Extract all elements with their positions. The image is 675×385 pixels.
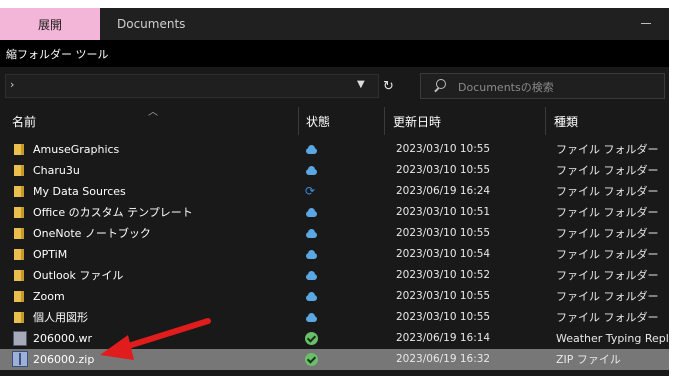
check-icon [305, 353, 318, 366]
file-type: ファイル フォルダー [556, 269, 659, 282]
file-row[interactable]: 個人用図形 2023/03/10 10:55 ファイル フォルダー [0, 307, 669, 328]
folder-icon [14, 144, 24, 155]
check-icon [305, 332, 318, 345]
refresh-icon[interactable]: ↻ [383, 79, 394, 94]
column-header-type[interactable]: 種類 [554, 103, 578, 139]
file-name: My Data Sources [33, 185, 126, 198]
address-bar[interactable]: › ▼ [5, 74, 379, 98]
folder-icon [14, 165, 24, 176]
file-name: 206000.wr [33, 332, 93, 345]
column-header-name[interactable]: 名前 [12, 103, 36, 139]
file-name: AmuseGraphics [33, 143, 120, 156]
file-date: 2023/06/19 16:14 [396, 332, 491, 344]
file-row[interactable]: Zoom 2023/03/10 10:55 ファイル フォルダー [0, 286, 669, 307]
file-row[interactable]: OneNote ノートブック 2023/03/10 10:55 ファイル フォルダー [0, 223, 669, 244]
file-type: ZIP ファイル [556, 353, 621, 366]
file-type: ファイル フォルダー [556, 143, 659, 156]
file-name: Outlook ファイル [33, 269, 124, 282]
explorer-window: 展開 Documents 縮フォルダー ツール › ▼ ↻ Documentsの… [0, 8, 669, 376]
column-divider[interactable] [384, 107, 385, 135]
cloud-icon [305, 164, 318, 177]
window-title: Documents [117, 17, 186, 31]
cloud-icon [305, 269, 318, 282]
folder-icon [14, 291, 24, 302]
cloud-icon [305, 206, 318, 219]
file-type: Weather Typing Replay [556, 332, 669, 345]
file-row[interactable]: 206000.zip 2023/06/19 16:32 ZIP ファイル [0, 349, 669, 370]
address-dropdown-icon[interactable]: ▼ [357, 79, 365, 90]
file-row[interactable]: Outlook ファイル 2023/03/10 10:52 ファイル フォルダー [0, 265, 669, 286]
file-row[interactable]: AmuseGraphics 2023/03/10 10:55 ファイル フォルダー [0, 139, 669, 160]
sync-icon: ⟳ [305, 184, 316, 198]
column-header-row: ︿ 名前 状態 更新日時 種類 [0, 103, 669, 139]
file-name: OPTiM [33, 248, 68, 261]
file-type: ファイル フォルダー [556, 227, 659, 240]
file-type: ファイル フォルダー [556, 185, 659, 198]
search-icon-handle [434, 87, 439, 93]
file-type: ファイル フォルダー [556, 164, 659, 177]
folder-icon [14, 207, 24, 218]
folder-icon [14, 312, 24, 323]
folder-icon [14, 270, 24, 281]
file-date: 2023/03/10 10:52 [396, 269, 491, 281]
file-date: 2023/03/10 10:55 [396, 164, 491, 176]
title-bar: 展開 Documents [0, 8, 669, 40]
column-header-date[interactable]: 更新日時 [393, 103, 441, 139]
search-input[interactable]: Documentsの検索 [420, 73, 665, 99]
file-date: 2023/03/10 10:55 [396, 311, 491, 323]
file-icon [13, 331, 27, 346]
file-type: ファイル フォルダー [556, 311, 659, 324]
column-divider[interactable] [545, 107, 546, 135]
folder-icon [14, 228, 24, 239]
file-row[interactable]: Office のカスタム テンプレート 2023/03/10 10:51 ファイル … [0, 202, 669, 223]
file-date: 2023/06/19 16:32 [396, 353, 491, 365]
file-date: 2023/03/10 10:55 [396, 227, 491, 239]
folder-icon [14, 249, 24, 260]
file-name: Charu3u [33, 164, 80, 177]
address-row: › ▼ ↻ Documentsの検索 [0, 67, 669, 103]
zip-icon [12, 351, 28, 367]
cloud-icon [305, 227, 318, 240]
file-name: OneNote ノートブック [33, 227, 151, 240]
file-row[interactable]: My Data Sources ⟳ 2023/06/19 16:24 ファイル フォル… [0, 181, 669, 202]
file-type: ファイル フォルダー [556, 248, 659, 261]
file-type: ファイル フォルダー [556, 206, 659, 219]
file-date: 2023/06/19 16:24 [396, 185, 491, 197]
file-name: Zoom [33, 290, 65, 303]
file-row[interactable]: OPTiM 2023/03/10 10:54 ファイル フォルダー [0, 244, 669, 265]
search-placeholder: Documentsの検索 [458, 81, 554, 94]
cloud-icon [305, 290, 318, 303]
file-name: 206000.zip [33, 353, 95, 366]
cloud-icon [305, 143, 318, 156]
file-name: 個人用図形 [33, 311, 88, 324]
sort-ascending-icon[interactable]: ︿ [148, 103, 158, 118]
minimize-icon[interactable] [641, 23, 651, 24]
folder-icon [14, 186, 24, 197]
file-date: 2023/03/10 10:55 [396, 290, 491, 302]
ribbon: 縮フォルダー ツール [0, 40, 669, 67]
tab-expand[interactable]: 展開 [0, 8, 100, 40]
file-date: 2023/03/10 10:51 [396, 206, 491, 218]
cloud-icon [305, 311, 318, 324]
file-date: 2023/03/10 10:55 [396, 143, 491, 155]
file-name: Office のカスタム テンプレート [33, 206, 193, 219]
breadcrumb-chevron-icon[interactable]: › [10, 78, 14, 91]
file-row[interactable]: 206000.wr 2023/06/19 16:14 Weather Typing … [0, 328, 669, 349]
file-type: ファイル フォルダー [556, 290, 659, 303]
ribbon-tab-compressed-folder-tools[interactable]: 縮フォルダー ツール [6, 46, 109, 62]
column-header-status[interactable]: 状態 [306, 103, 330, 139]
cloud-icon [305, 248, 318, 261]
file-row[interactable]: Charu3u 2023/03/10 10:55 ファイル フォルダー [0, 160, 669, 181]
column-divider[interactable] [298, 107, 299, 135]
file-date: 2023/03/10 10:54 [396, 248, 491, 260]
